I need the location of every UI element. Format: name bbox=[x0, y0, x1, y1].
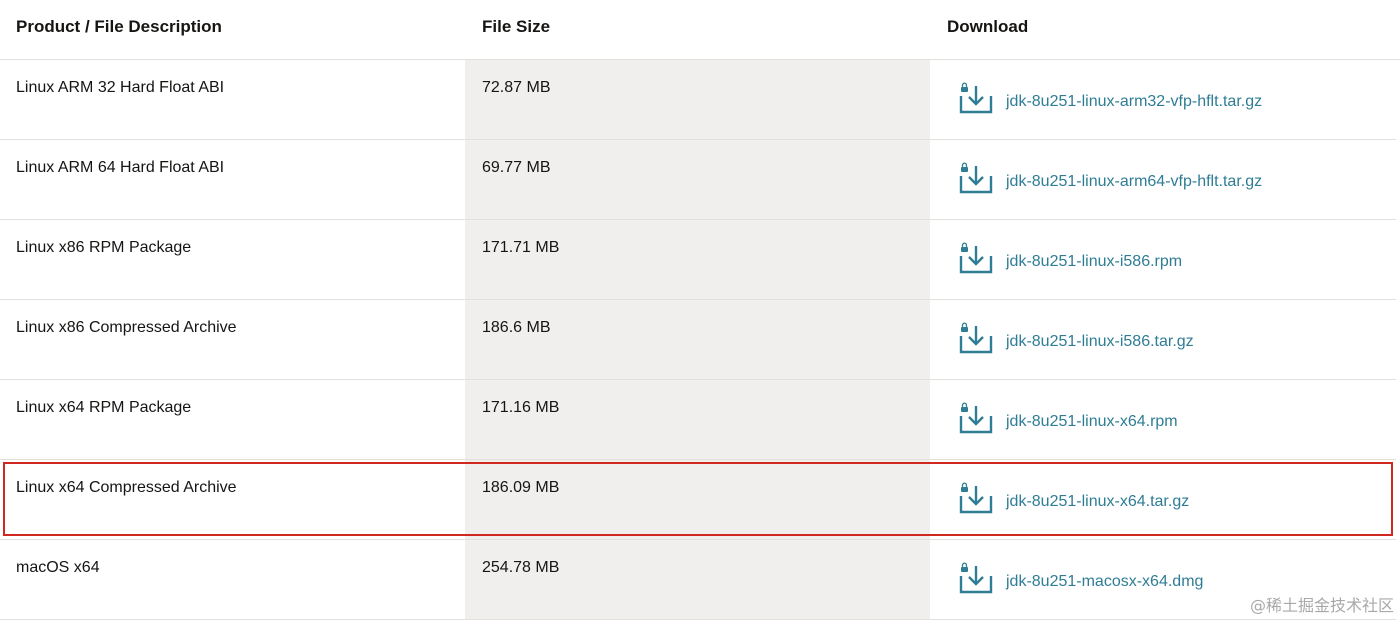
lock-download-icon bbox=[958, 82, 994, 121]
download-link[interactable]: jdk-8u251-linux-x64.rpm bbox=[958, 402, 1178, 441]
file-size: 186.6 MB bbox=[482, 319, 551, 336]
downloads-table: Product / File Description File Size Dow… bbox=[0, 0, 1400, 622]
download-link[interactable]: jdk-8u251-linux-i586.rpm bbox=[958, 242, 1182, 281]
size-cell-background bbox=[465, 380, 930, 459]
download-filename[interactable]: jdk-8u251-linux-arm64-vfp-hflt.tar.gz bbox=[1006, 173, 1262, 191]
table-row: Linux x64 RPM Package 171.16 MB jdk-8u25… bbox=[0, 380, 1396, 460]
table-row: Linux x86 RPM Package 171.71 MB jdk-8u25… bbox=[0, 220, 1396, 300]
watermark: @稀土掘金技术社区 bbox=[1249, 596, 1394, 615]
lock-download-icon bbox=[958, 402, 994, 441]
product-description: Linux x86 RPM Package bbox=[16, 239, 192, 256]
table-row: Linux x86 Compressed Archive 186.6 MB jd… bbox=[0, 300, 1396, 380]
lock-download-icon bbox=[958, 162, 994, 201]
download-filename[interactable]: jdk-8u251-linux-arm32-vfp-hflt.tar.gz bbox=[1006, 93, 1262, 111]
download-filename[interactable]: jdk-8u251-linux-i586.tar.gz bbox=[1006, 333, 1194, 351]
product-description: Linux x64 Compressed Archive bbox=[16, 479, 237, 496]
lock-download-icon bbox=[958, 482, 994, 521]
download-filename[interactable]: jdk-8u251-linux-i586.rpm bbox=[1006, 253, 1182, 271]
size-cell-background bbox=[465, 300, 930, 379]
header-download: Download bbox=[947, 17, 1029, 36]
download-link[interactable]: jdk-8u251-macosx-x64.dmg bbox=[958, 562, 1203, 601]
download-link[interactable]: jdk-8u251-linux-x64.tar.gz bbox=[958, 482, 1189, 521]
product-description: Linux ARM 32 Hard Float ABI bbox=[16, 79, 225, 96]
download-link[interactable]: jdk-8u251-linux-arm64-vfp-hflt.tar.gz bbox=[958, 162, 1262, 201]
header-description: Product / File Description bbox=[16, 17, 222, 36]
product-description: Linux ARM 64 Hard Float ABI bbox=[16, 159, 225, 176]
size-cell-background bbox=[465, 460, 930, 539]
file-size: 186.09 MB bbox=[482, 479, 560, 496]
table-header: Product / File Description File Size Dow… bbox=[0, 0, 1400, 60]
lock-download-icon bbox=[958, 242, 994, 281]
header-file-size: File Size bbox=[482, 17, 551, 36]
size-cell-background bbox=[465, 60, 930, 139]
download-link[interactable]: jdk-8u251-linux-arm32-vfp-hflt.tar.gz bbox=[958, 82, 1262, 121]
file-size: 171.71 MB bbox=[482, 239, 560, 256]
size-cell-background bbox=[465, 540, 930, 619]
download-filename[interactable]: jdk-8u251-linux-x64.rpm bbox=[1006, 413, 1178, 431]
download-link[interactable]: jdk-8u251-linux-i586.tar.gz bbox=[958, 322, 1194, 361]
table-row: macOS x64 254.78 MB jdk-8u251-macosx-x64… bbox=[0, 540, 1396, 620]
lock-download-icon bbox=[958, 562, 994, 601]
product-description: macOS x64 bbox=[16, 559, 100, 576]
product-description: Linux x86 Compressed Archive bbox=[16, 319, 237, 336]
download-filename[interactable]: jdk-8u251-linux-x64.tar.gz bbox=[1006, 493, 1189, 511]
file-size: 171.16 MB bbox=[482, 399, 560, 416]
file-size: 72.87 MB bbox=[482, 79, 551, 96]
file-size: 254.78 MB bbox=[482, 559, 560, 576]
table-row: Linux x64 Compressed Archive 186.09 MB j… bbox=[0, 460, 1396, 540]
size-cell-background bbox=[465, 140, 930, 219]
product-description: Linux x64 RPM Package bbox=[16, 399, 192, 416]
table-row: Linux ARM 32 Hard Float ABI 72.87 MB jdk… bbox=[0, 60, 1396, 140]
file-size: 69.77 MB bbox=[482, 159, 551, 176]
size-cell-background bbox=[465, 220, 930, 299]
lock-download-icon bbox=[958, 322, 994, 361]
download-filename[interactable]: jdk-8u251-macosx-x64.dmg bbox=[1006, 573, 1203, 591]
table-row: Linux ARM 64 Hard Float ABI 69.77 MB jdk… bbox=[0, 140, 1396, 220]
